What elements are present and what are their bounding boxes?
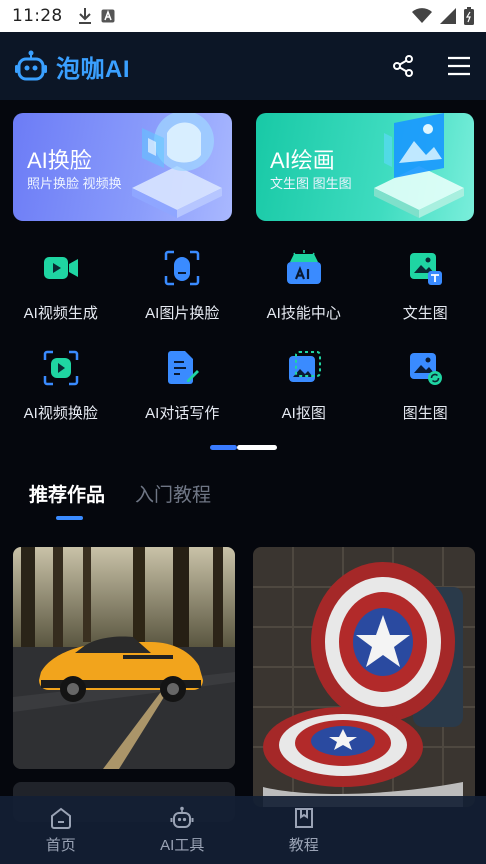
robot-icon (170, 806, 194, 830)
tool-ai-video-face-swap[interactable]: AI视频换脸 (0, 340, 122, 426)
tool-ai-skill-center[interactable]: AI技能中心 (243, 240, 365, 326)
car-image (13, 547, 235, 769)
tab-active-indicator (56, 516, 83, 520)
page-indicator (210, 445, 277, 450)
nav-tutorials[interactable]: 教程 (243, 796, 365, 864)
video-camera-icon (41, 248, 81, 288)
tool-ai-image-face-swap[interactable]: AI图片换脸 (122, 240, 244, 326)
app-name: 泡咖AI (56, 55, 130, 83)
tool-label: AI技能中心 (266, 305, 341, 322)
tool-label: AI对话写作 (145, 405, 220, 422)
write-doc-icon (162, 348, 202, 388)
tool-label: AI视频换脸 (23, 405, 98, 422)
nav-label: AI工具 (160, 837, 205, 854)
face-scan-icon (162, 248, 202, 288)
image-to-image-icon (405, 348, 445, 388)
tool-ai-chat-writing[interactable]: AI对话写作 (122, 340, 244, 426)
text-to-image-icon (405, 248, 445, 288)
bottom-nav: 首页 AI工具 教程 (0, 796, 486, 864)
tool-label: 图生图 (402, 405, 448, 422)
tool-label: AI抠图 (281, 405, 326, 422)
cutout-icon (284, 348, 324, 388)
tool-label: AI视频生成 (23, 305, 98, 322)
tab-recommended-works[interactable]: 推荐作品 (29, 480, 105, 507)
tool-ai-video-generate[interactable]: AI视频生成 (0, 240, 122, 326)
nav-label: 教程 (288, 837, 319, 854)
home-icon (49, 806, 73, 830)
page-dot-active (210, 445, 237, 450)
tool-label: 文生图 (402, 305, 448, 322)
video-face-icon (41, 348, 81, 388)
tool-grid: AI视频生成 AI图片换脸 AI技能中心 文生图 AI视频换脸 AI对话写作 A… (0, 240, 486, 426)
banner-ai-face-swap[interactable]: AI换脸 照片换脸 视频换 (13, 113, 232, 221)
banner-ai-painting[interactable]: AI绘画 文生图 图生图 (256, 113, 474, 221)
painting-illustration (374, 113, 464, 218)
signal-icon (440, 8, 456, 24)
tool-ai-cutout[interactable]: AI抠图 (243, 340, 365, 426)
status-time: 11:28 (12, 6, 63, 26)
tool-text-to-image[interactable]: 文生图 (365, 240, 486, 326)
banner-subtitle: 文生图 图生图 (270, 176, 352, 191)
banner-title: AI换脸 (27, 148, 92, 173)
brand: 泡咖AI (14, 49, 130, 84)
status-bar: 11:28 (0, 0, 486, 32)
page-dot (237, 445, 277, 450)
app-header: 泡咖AI (0, 32, 486, 100)
menu-icon[interactable] (446, 53, 472, 79)
banner-subtitle: 照片换脸 视频换 (27, 176, 122, 191)
banner-title: AI绘画 (270, 148, 335, 173)
nav-profile[interactable] (365, 796, 486, 864)
shield-image (253, 547, 475, 807)
robot-icon (14, 50, 48, 82)
share-icon[interactable] (390, 53, 416, 79)
tool-image-to-image[interactable]: 图生图 (365, 340, 486, 426)
app-notify-icon (101, 9, 115, 23)
battery-icon (464, 7, 474, 25)
tab-beginner-tutorials[interactable]: 入门教程 (135, 480, 211, 507)
work-card-car[interactable] (13, 547, 235, 769)
face-scan-illustration (132, 113, 222, 218)
wifi-icon (412, 8, 432, 24)
content-tabs: 推荐作品 入门教程 (29, 480, 211, 507)
tool-label: AI图片换脸 (145, 305, 220, 322)
nav-ai-tools[interactable]: AI工具 (122, 796, 244, 864)
work-card-shield[interactable] (253, 547, 475, 807)
download-icon (77, 7, 93, 25)
nav-label: 首页 (45, 837, 76, 854)
book-icon (292, 806, 316, 830)
nav-home[interactable]: 首页 (0, 796, 122, 864)
ai-box-icon (284, 248, 324, 288)
